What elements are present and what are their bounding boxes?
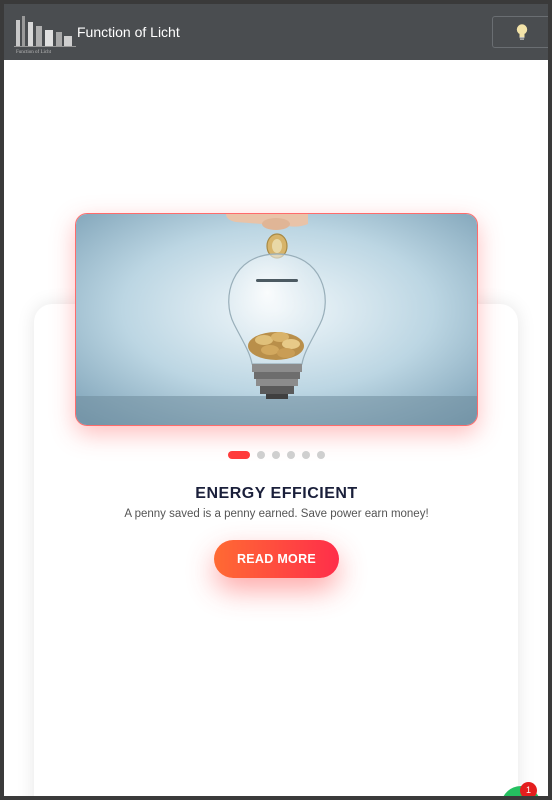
slider-dots [228,451,325,459]
theme-toggle-button[interactable] [492,16,548,48]
slider-dot[interactable] [228,451,250,459]
read-more-button[interactable]: READ MORE [214,540,339,578]
building-logo-icon[interactable]: Function of Licht [12,12,78,56]
slider-dot[interactable] [272,451,280,459]
chat-notification-badge: 1 [520,782,537,796]
lightbulb-icon [516,24,528,40]
svg-text:Function of Licht: Function of Licht [16,50,52,55]
slider-dot[interactable] [317,451,325,459]
hero-illustration [76,214,477,425]
slider-dot[interactable] [302,451,310,459]
brand-title[interactable]: Function of Licht [77,24,180,40]
lightbulb-with-coins-image [75,213,478,426]
navbar: Function of Licht Function of Licht [4,4,548,60]
slide-title: ENERGY EFFICIENT [195,485,358,502]
slider-dot[interactable] [257,451,265,459]
browser-frame: Function of Licht Function of Licht ENER… [0,0,552,800]
slider-dot[interactable] [287,451,295,459]
slide-description: A penny saved is a penny earned. Save po… [124,508,429,520]
page-content: ENERGY EFFICIENT A penny saved is a penn… [4,60,548,796]
